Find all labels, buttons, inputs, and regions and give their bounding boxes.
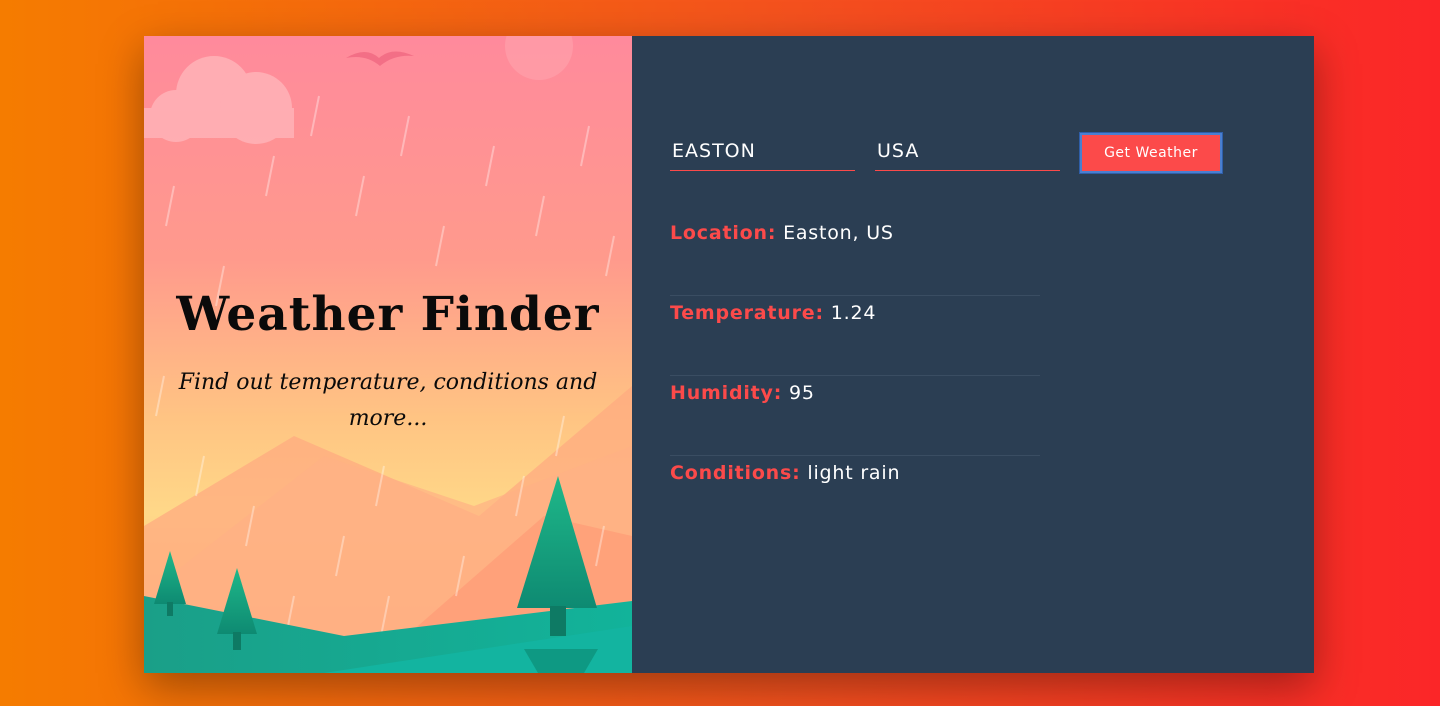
page-subtitle: Find out temperature, conditions and mor…: [178, 370, 598, 431]
result-value: Easton, US: [783, 222, 894, 244]
result-label: Temperature:: [670, 302, 824, 324]
hero-panel: Weather Finder Find out temperature, con…: [144, 36, 632, 673]
result-location: Location: Easton, US: [670, 216, 1040, 296]
result-conditions: Conditions: light rain: [670, 456, 1040, 536]
country-input[interactable]: [875, 132, 1060, 171]
result-temperature: Temperature: 1.24: [670, 296, 1040, 376]
hero-text: Weather Finder Find out temperature, con…: [144, 281, 632, 437]
weather-card: Weather Finder Find out temperature, con…: [144, 36, 1314, 673]
weather-results: Location: Easton, US Temperature: 1.24 H…: [670, 216, 1040, 536]
weather-panel: Get Weather Location: Easton, US Tempera…: [632, 36, 1314, 673]
get-weather-button[interactable]: Get Weather: [1080, 133, 1222, 173]
result-value: light rain: [807, 462, 901, 484]
result-label: Conditions:: [670, 462, 801, 484]
result-humidity: Humidity: 95: [670, 376, 1040, 456]
weather-form: Get Weather: [670, 132, 1222, 173]
result-label: Location:: [670, 222, 777, 244]
page-title: Weather Finder: [176, 287, 600, 342]
city-input[interactable]: [670, 132, 855, 171]
result-value: 1.24: [830, 302, 877, 324]
result-value: 95: [788, 382, 815, 404]
result-label: Humidity:: [670, 382, 783, 404]
